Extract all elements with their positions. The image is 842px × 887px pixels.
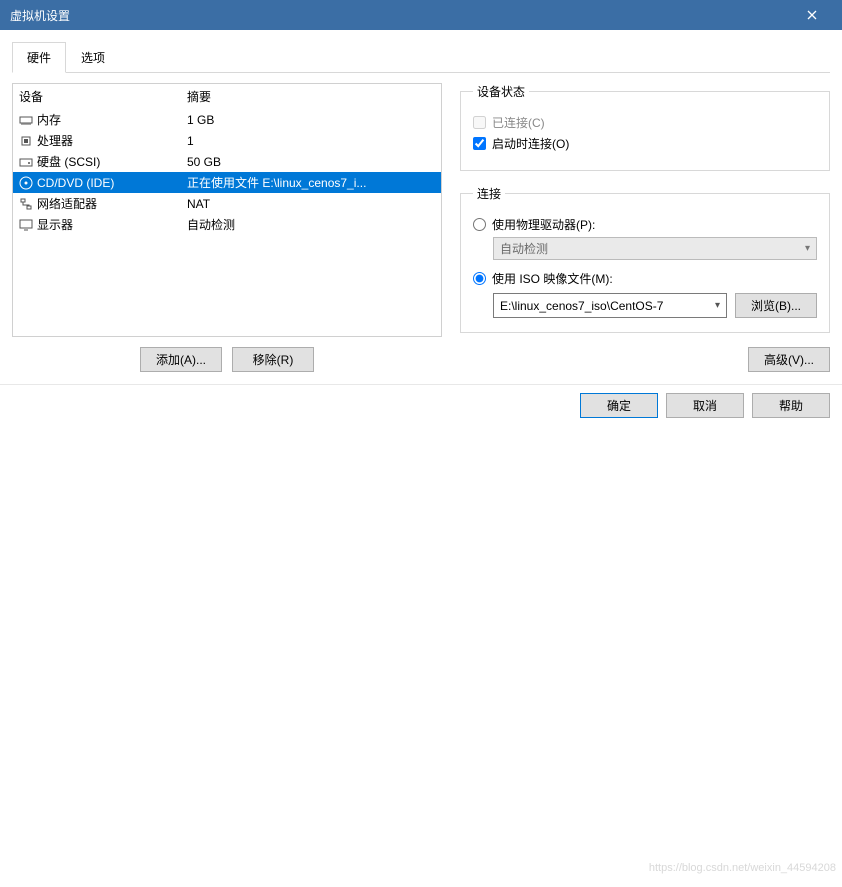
physical-combo-wrap: 自动检测 ▾ [493, 237, 817, 260]
physical-drive-value: 自动检测 [500, 240, 548, 257]
device-row-cddvd[interactable]: CD/DVD (IDE) 正在使用文件 E:\linux_cenos7_i... [13, 172, 441, 193]
device-buttons: 添加(A)... 移除(R) [12, 347, 442, 372]
device-name: 内存 [37, 111, 61, 128]
device-name: 网络适配器 [37, 195, 97, 212]
help-button[interactable]: 帮助 [752, 393, 830, 418]
device-name: 显示器 [37, 216, 73, 233]
device-summary: 1 GB [187, 113, 214, 127]
disk-icon [19, 155, 33, 169]
iso-row: E:\linux_cenos7_iso\CentOS-7 ▾ 浏览(B)... [493, 293, 817, 318]
advanced-button[interactable]: 高级(V)... [748, 347, 830, 372]
tab-hardware[interactable]: 硬件 [12, 42, 66, 73]
device-name: CD/DVD (IDE) [37, 176, 114, 190]
close-icon [807, 10, 817, 20]
window-title: 虚拟机设置 [10, 7, 70, 24]
close-button[interactable] [792, 0, 832, 30]
connect-poweron-row[interactable]: 启动时连接(O) [473, 135, 817, 152]
device-summary: 1 [187, 134, 194, 148]
advanced-row: 高级(V)... [460, 347, 830, 372]
connected-row: 已连接(C) [473, 114, 817, 131]
use-physical-row[interactable]: 使用物理驱动器(P): [473, 216, 817, 233]
chevron-down-icon: ▾ [715, 300, 720, 311]
device-summary: 50 GB [187, 155, 221, 169]
chevron-down-icon: ▾ [805, 243, 810, 254]
remove-device-button[interactable]: 移除(R) [232, 347, 314, 372]
device-row-harddisk[interactable]: 硬盘 (SCSI) 50 GB [13, 151, 441, 172]
device-status-legend: 设备状态 [473, 83, 529, 100]
connection-group: 连接 使用物理驱动器(P): 自动检测 ▾ 使用 ISO 映像文件(M): [460, 185, 830, 333]
tab-options[interactable]: 选项 [66, 42, 120, 73]
device-row-network[interactable]: 网络适配器 NAT [13, 193, 441, 214]
device-list: 设备 摘要 内存 1 GB 处理器 1 [12, 83, 442, 337]
iso-path-value: E:\linux_cenos7_iso\CentOS-7 [500, 299, 663, 313]
memory-icon [19, 113, 33, 127]
device-summary: NAT [187, 197, 210, 211]
device-row-memory[interactable]: 内存 1 GB [13, 109, 441, 130]
browse-button[interactable]: 浏览(B)... [735, 293, 817, 318]
use-physical-label: 使用物理驱动器(P): [492, 216, 595, 233]
device-row-display[interactable]: 显示器 自动检测 [13, 214, 441, 235]
tab-bar: 硬件 选项 [12, 42, 830, 73]
use-iso-label: 使用 ISO 映像文件(M): [492, 270, 613, 287]
device-summary: 自动检测 [187, 216, 235, 233]
cd-icon [19, 176, 33, 190]
ok-button[interactable]: 确定 [580, 393, 658, 418]
device-name: 处理器 [37, 132, 73, 149]
connected-label: 已连接(C) [492, 114, 545, 131]
dialog-content: 硬件 选项 设备 摘要 内存 1 GB [0, 30, 842, 380]
use-physical-radio[interactable] [473, 218, 486, 231]
header-device: 设备 [19, 88, 187, 105]
device-list-header: 设备 摘要 [13, 84, 441, 109]
device-summary: 正在使用文件 E:\linux_cenos7_i... [187, 174, 366, 191]
physical-drive-combo: 自动检测 ▾ [493, 237, 817, 260]
device-name: 硬盘 (SCSI) [37, 153, 100, 170]
connection-legend: 连接 [473, 185, 505, 202]
titlebar: 虚拟机设置 [0, 0, 842, 30]
right-panel: 设备状态 已连接(C) 启动时连接(O) 连接 使用物理驱动器(P): [460, 83, 830, 372]
left-panel: 设备 摘要 内存 1 GB 处理器 1 [12, 83, 442, 372]
device-status-group: 设备状态 已连接(C) 启动时连接(O) [460, 83, 830, 171]
iso-path-combo[interactable]: E:\linux_cenos7_iso\CentOS-7 ▾ [493, 293, 727, 318]
watermark: https://blog.csdn.net/weixin_44594208 [649, 862, 836, 874]
cpu-icon [19, 134, 33, 148]
connect-poweron-checkbox[interactable] [473, 137, 486, 150]
add-device-button[interactable]: 添加(A)... [140, 347, 222, 372]
device-row-processor[interactable]: 处理器 1 [13, 130, 441, 151]
use-iso-radio[interactable] [473, 272, 486, 285]
use-iso-row[interactable]: 使用 ISO 映像文件(M): [473, 270, 817, 287]
connected-checkbox [473, 116, 486, 129]
connect-poweron-label: 启动时连接(O) [492, 135, 569, 152]
header-summary: 摘要 [187, 88, 211, 105]
display-icon [19, 218, 33, 232]
cancel-button[interactable]: 取消 [666, 393, 744, 418]
dialog-footer: 确定 取消 帮助 [0, 384, 842, 428]
network-icon [19, 197, 33, 211]
